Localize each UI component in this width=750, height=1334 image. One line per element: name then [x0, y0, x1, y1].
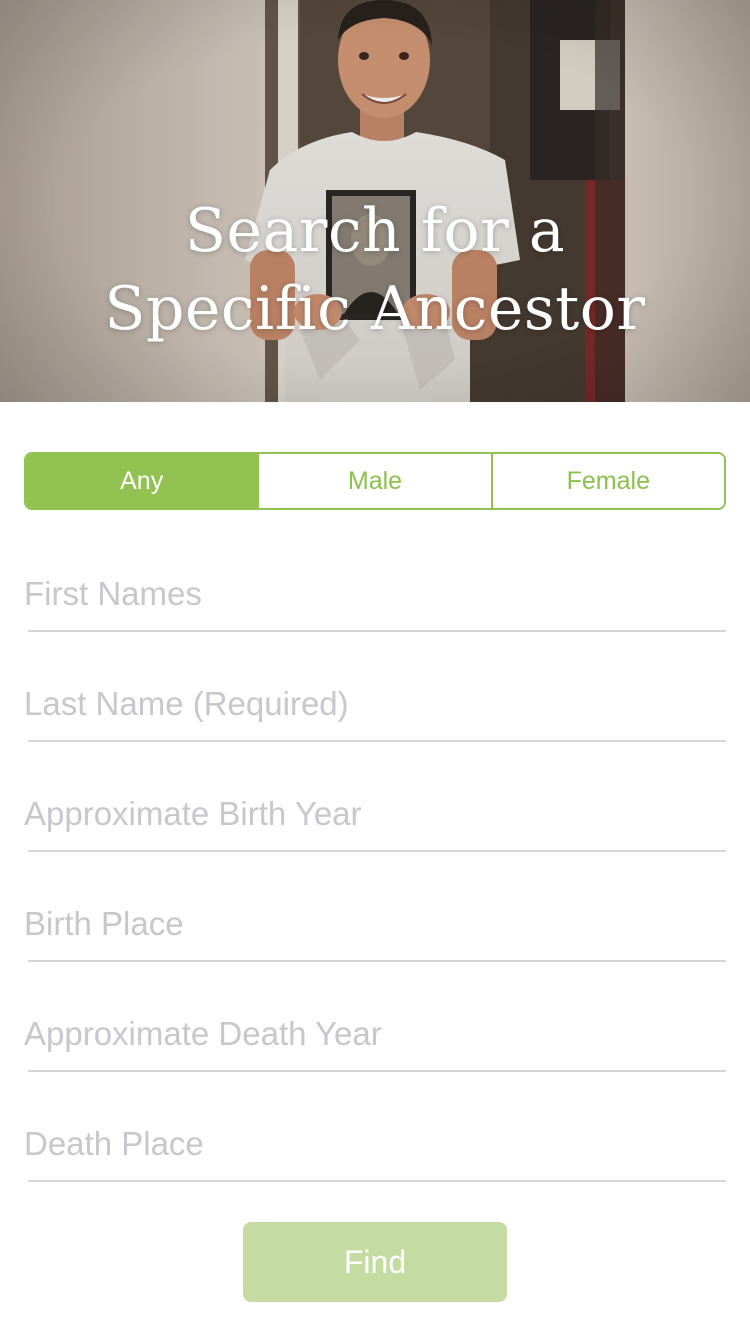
field-divider — [28, 850, 726, 852]
last-name-field-row — [24, 672, 726, 742]
gender-option-female[interactable]: Female — [490, 454, 724, 508]
death-place-input[interactable] — [24, 1112, 726, 1176]
find-button[interactable]: Find — [243, 1222, 507, 1302]
page-title: Search for a Specific Ancestor — [0, 192, 750, 348]
field-divider — [28, 1070, 726, 1072]
page-title-line-2: Specific Ancestor — [104, 274, 646, 344]
death-year-input[interactable] — [24, 1002, 726, 1066]
birth-place-input[interactable] — [24, 892, 726, 956]
gender-option-male[interactable]: Male — [257, 454, 491, 508]
first-names-field-row — [24, 562, 726, 632]
field-divider — [28, 740, 726, 742]
birth-year-field-row — [24, 782, 726, 852]
page-title-line-1: Search for a — [184, 196, 566, 266]
first-names-input[interactable] — [24, 562, 726, 626]
field-divider — [28, 960, 726, 962]
birth-place-field-row — [24, 892, 726, 962]
gender-segmented-control: Any Male Female — [24, 452, 726, 510]
gender-option-any[interactable]: Any — [26, 454, 258, 508]
hero-banner: Search for a Specific Ancestor — [0, 0, 750, 402]
death-place-field-row — [24, 1112, 726, 1182]
birth-year-input[interactable] — [24, 782, 726, 846]
last-name-input[interactable] — [24, 672, 726, 736]
death-year-field-row — [24, 1002, 726, 1072]
search-ancestor-screen: Search for a Specific Ancestor Any Male … — [0, 0, 750, 1334]
field-divider — [28, 1180, 726, 1182]
field-divider — [28, 630, 726, 632]
